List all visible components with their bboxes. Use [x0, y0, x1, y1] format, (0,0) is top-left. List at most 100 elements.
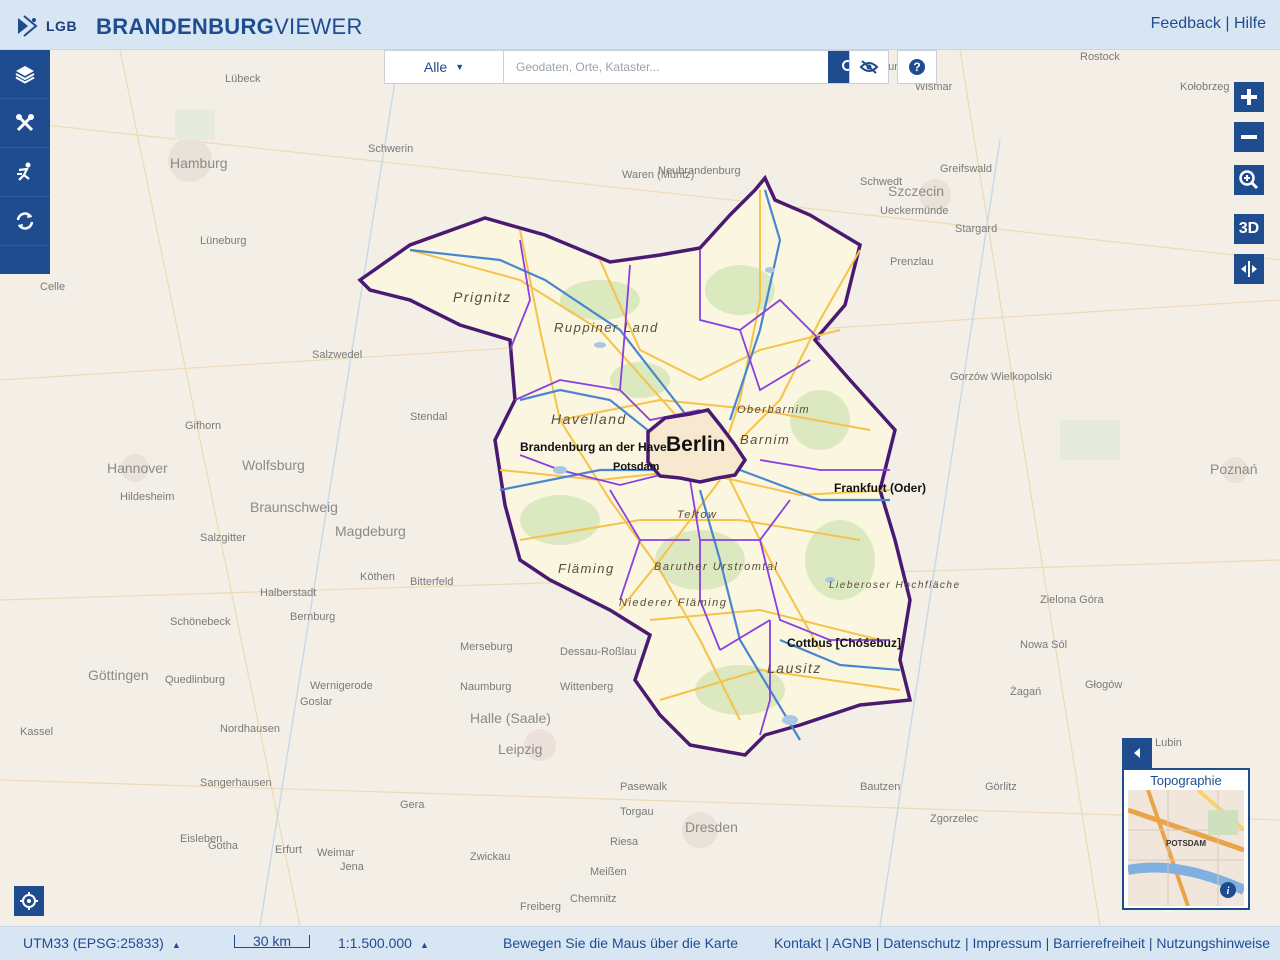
svg-text:i: i: [1227, 886, 1230, 897]
crs-selector[interactable]: UTM33 (EPSG:25833) ▲: [23, 935, 181, 951]
place-label: Schwedt: [860, 176, 902, 188]
place-label: Salzgitter: [200, 532, 246, 544]
scale-label: 1:1.500.000: [338, 935, 412, 951]
zoom-extent-button[interactable]: [1234, 165, 1264, 195]
city-label-brandenburg: Brandenburg an der Havel: [520, 440, 670, 454]
usage-notes-link[interactable]: Nutzungshinweise: [1156, 935, 1270, 951]
place-label: Poznań: [1210, 461, 1257, 477]
place-label: Freiberg: [520, 901, 561, 913]
place-label: Kołobrzeg: [1180, 81, 1230, 93]
chevron-up-icon: ▲: [171, 940, 181, 950]
place-label: Stendal: [410, 411, 447, 423]
place-label: Dresden: [685, 819, 738, 835]
city-label-cottbus: Cottbus [Chóśebuz]: [787, 636, 901, 650]
accessibility-link[interactable]: Barrierefreiheit: [1053, 935, 1145, 951]
place-label: Bautzen: [860, 781, 900, 793]
search-category-label: Alle: [423, 59, 448, 75]
place-label: Jena: [340, 861, 365, 873]
question-icon: ?: [909, 59, 925, 75]
logo-text: LGB: [46, 18, 78, 34]
overview-collapse-button[interactable]: [1122, 738, 1152, 768]
place-label: Wolfsburg: [242, 457, 305, 473]
chevron-left-icon: [1134, 748, 1140, 758]
swipe-compare-button[interactable]: [1234, 254, 1264, 284]
feedback-link[interactable]: Feedback: [1151, 15, 1221, 32]
eye-slash-icon: [859, 60, 879, 74]
place-label: Waren (Müritz): [622, 169, 694, 181]
place-label: Schwerin: [368, 143, 413, 155]
tools-button[interactable]: [0, 99, 50, 148]
footer-separator: |: [875, 935, 880, 951]
lgb-logo[interactable]: LGB: [14, 10, 77, 42]
refresh-button[interactable]: [0, 197, 50, 246]
place-label: Görlitz: [985, 781, 1017, 793]
place-label: Bernburg: [290, 611, 335, 623]
region-label-niederer-flaming: Niederer Fläming: [619, 597, 727, 609]
region-label-oberbarnim: Oberbarnim: [737, 404, 810, 416]
place-label: Żagań: [1010, 685, 1041, 698]
toggle-visibility-button[interactable]: [849, 50, 889, 84]
place-label: Ueckermünde: [880, 205, 948, 217]
3d-view-button[interactable]: 3D: [1234, 214, 1264, 244]
footer-separator: |: [1045, 935, 1050, 951]
place-label: Rostock: [1080, 51, 1120, 63]
layers-button[interactable]: [0, 50, 50, 99]
place-label: Quedlinburg: [165, 674, 225, 686]
region-label-baruther: Baruther Urstromtal: [654, 561, 778, 573]
place-label: Weimar: [317, 847, 355, 859]
app-title-light: VIEWER: [274, 14, 363, 39]
scale-selector[interactable]: 1:1.500.000 ▲: [338, 935, 429, 951]
place-label: Prenzlau: [890, 256, 933, 268]
navigation-button[interactable]: [0, 148, 50, 197]
privacy-link[interactable]: Datenschutz: [883, 935, 961, 951]
tools-icon: [16, 114, 34, 132]
footer-separator: |: [964, 935, 969, 951]
search-category-dropdown[interactable]: Alle ▼: [385, 51, 504, 83]
basemap-title: Topographie: [1150, 773, 1222, 788]
place-label: Wernigerode: [310, 680, 373, 692]
contact-link[interactable]: Kontakt: [774, 935, 821, 951]
search-input[interactable]: [504, 51, 828, 83]
place-label: Salzwedel: [312, 349, 362, 361]
footer-separator: |: [1148, 935, 1153, 951]
header-link-separator: |: [1225, 15, 1230, 32]
region-label-lausitz: Lausitz: [767, 660, 822, 676]
place-label: Halberstadt: [260, 587, 316, 599]
imprint-link[interactable]: Impressum: [972, 935, 1041, 951]
place-label: Lüneburg: [200, 235, 247, 247]
place-label: Lubin: [1155, 737, 1182, 749]
place-label: Torgau: [620, 806, 654, 818]
region-label-teltow: Teltow: [677, 509, 717, 521]
place-label: Nowa Sól: [1020, 639, 1067, 651]
left-toolbar: [0, 50, 50, 274]
place-label: Eisleben: [180, 833, 222, 845]
place-label: Hamburg: [170, 155, 228, 171]
map-svg[interactable]: Prignitz Ruppiner Land Havelland Oberbar…: [0, 50, 1280, 926]
place-label: Dessau-Roßlau: [560, 646, 636, 658]
navigation-icon: [17, 162, 31, 181]
basemap-thumbnail[interactable]: POTSDAM i: [1128, 790, 1244, 906]
zoom-out-button[interactable]: [1234, 122, 1264, 152]
place-label: Riesa: [610, 836, 639, 848]
help-button[interactable]: ?: [897, 50, 937, 84]
layers-icon: [15, 66, 35, 84]
zoom-in-button[interactable]: [1234, 82, 1264, 112]
help-link[interactable]: Hilfe: [1234, 15, 1266, 32]
map-canvas[interactable]: Prignitz Ruppiner Land Havelland Oberbar…: [0, 50, 1280, 926]
region-label-havelland: Havelland: [551, 411, 627, 427]
locate-me-button[interactable]: [14, 886, 44, 916]
region-label-flaming: Fläming: [558, 561, 615, 576]
svg-text:?: ?: [913, 60, 920, 74]
place-label: Zielona Góra: [1040, 594, 1104, 606]
chevron-down-icon: ▼: [455, 62, 465, 72]
agnb-link[interactable]: AGNB: [832, 935, 872, 951]
city-label-frankfurt: Frankfurt (Oder): [834, 481, 926, 495]
lgb-logo-icon: [18, 15, 38, 37]
footer-separator: |: [825, 935, 829, 951]
place-label: Pasewalk: [620, 781, 668, 793]
place-label: Kassel: [20, 726, 53, 738]
basemap-overview-panel[interactable]: Topographie POTSDAM i: [1122, 768, 1250, 910]
place-label: Hannover: [107, 460, 168, 476]
swipe-icon: [1241, 261, 1257, 277]
place-label: Köthen: [360, 571, 395, 583]
